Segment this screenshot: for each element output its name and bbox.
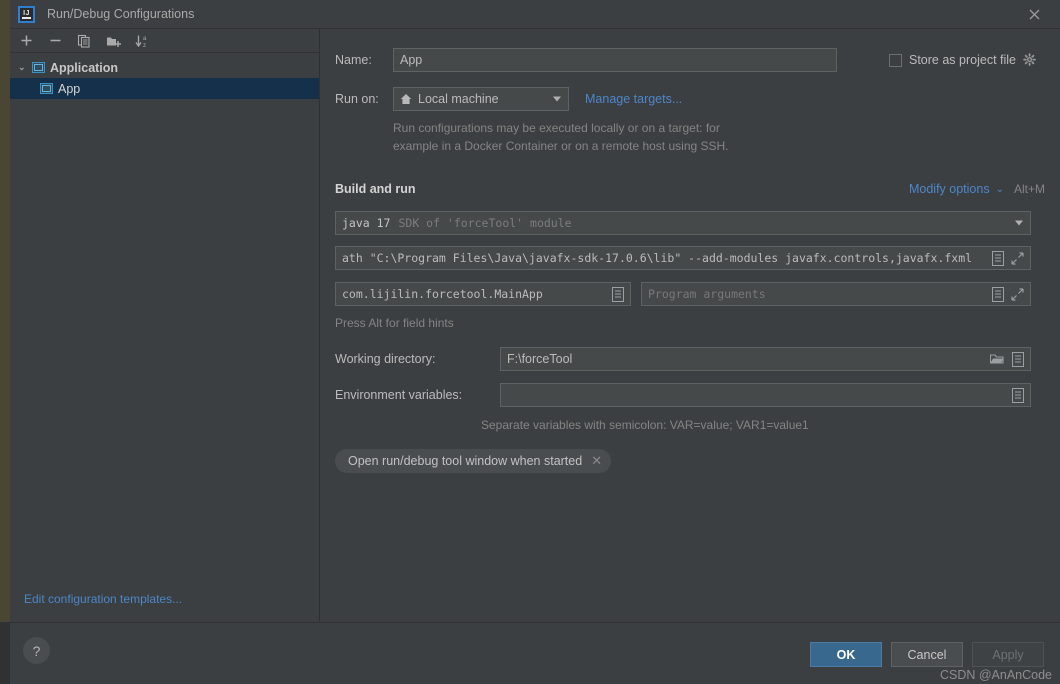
- edit-configuration-templates-link[interactable]: Edit configuration templates...: [24, 592, 182, 606]
- store-as-project-file-label: Store as project file: [909, 53, 1016, 67]
- intellij-idea-logo-icon: IJ: [18, 5, 35, 23]
- build-and-run-title: Build and run: [335, 182, 416, 196]
- gear-icon[interactable]: [1023, 53, 1037, 67]
- minus-icon[interactable]: [47, 33, 63, 49]
- run-on-hint-line-1: Run configurations may be executed local…: [393, 121, 720, 135]
- modify-options-link[interactable]: Modify options: [909, 182, 990, 196]
- background-window-edge-lower: [0, 622, 10, 684]
- run-on-hint-line-2: example in a Docker Container or on a re…: [393, 139, 729, 153]
- sidebar-toolbar: a z: [10, 29, 319, 53]
- working-directory-label: Working directory:: [335, 352, 436, 366]
- insert-macro-icon[interactable]: [992, 287, 1004, 302]
- store-as-project-file-checkbox[interactable]: [889, 53, 902, 67]
- configuration-form: Name: App Store as project file Run on: …: [321, 29, 1060, 622]
- name-label: Name:: [335, 53, 372, 67]
- chip-label: Open run/debug tool window when started: [348, 454, 583, 468]
- sort-alphabetical-icon[interactable]: a z: [134, 33, 150, 49]
- dialog-title: Run/Debug Configurations: [47, 7, 195, 21]
- expand-editor-icon[interactable]: [1011, 288, 1024, 301]
- chevron-down-icon[interactable]: [553, 96, 561, 102]
- jdk-description: SDK of 'forceTool' module: [398, 216, 572, 230]
- cancel-button[interactable]: Cancel: [891, 642, 963, 667]
- build-and-run-header: Build and run Modify options ⌄ Alt+M: [335, 182, 1045, 196]
- chevron-down-icon[interactable]: [1015, 220, 1023, 226]
- svg-text:a: a: [143, 36, 147, 42]
- insert-macro-icon[interactable]: [1012, 388, 1024, 403]
- background-window-edge: [0, 0, 10, 684]
- plus-icon[interactable]: [18, 33, 34, 49]
- name-row: Name: App Store as project file: [335, 48, 1045, 72]
- program-arguments-input[interactable]: Program arguments: [641, 282, 1031, 306]
- watermark: CSDN @AnAnCode: [939, 668, 1052, 682]
- copy-icon[interactable]: [76, 33, 92, 49]
- run-on-dropdown[interactable]: Local machine: [393, 87, 569, 111]
- field-hint: Press Alt for field hints: [335, 316, 454, 330]
- dialog-footer: ? OK Cancel Apply CSDN @AnAnCode: [10, 622, 1060, 684]
- environment-variables-hint: Separate variables with semicolon: VAR=v…: [481, 418, 809, 432]
- working-directory-row: Working directory: F:\forceTool: [335, 347, 1031, 371]
- application-icon: [40, 83, 53, 94]
- environment-variables-row: Environment variables:: [335, 383, 1031, 407]
- run-on-value: Local machine: [418, 92, 499, 106]
- insert-macro-icon[interactable]: [992, 251, 1004, 266]
- run-on-label: Run on:: [335, 92, 379, 106]
- manage-targets-link[interactable]: Manage targets...: [585, 92, 682, 106]
- ok-button[interactable]: OK: [810, 642, 882, 667]
- open-tool-window-chip-wrapper: Open run/debug tool window when started …: [335, 449, 612, 473]
- configurations-tree: ⌄ Application App: [10, 53, 319, 99]
- apply-button: Apply: [972, 642, 1044, 667]
- open-run-debug-tool-window-chip[interactable]: Open run/debug tool window when started …: [335, 449, 612, 473]
- chevron-down-icon[interactable]: ⌄: [996, 184, 1004, 195]
- jdk-value: java 17: [342, 216, 391, 230]
- working-directory-input[interactable]: F:\forceTool: [500, 347, 1031, 371]
- close-icon[interactable]: [1014, 3, 1054, 26]
- environment-variables-input[interactable]: [500, 383, 1031, 407]
- vm-options-value: ath "C:\Program Files\Java\javafx-sdk-17…: [342, 251, 973, 265]
- home-icon: [400, 93, 412, 105]
- store-as-project-file-row: Store as project file: [889, 53, 1037, 67]
- help-button[interactable]: ?: [23, 637, 50, 664]
- modify-options-shortcut: Alt+M: [1013, 182, 1045, 196]
- vm-options-input[interactable]: ath "C:\Program Files\Java\javafx-sdk-17…: [335, 246, 1031, 270]
- working-directory-value: F:\forceTool: [507, 352, 573, 366]
- tree-item-label: App: [58, 81, 81, 96]
- footer-buttons: OK Cancel Apply: [810, 642, 1044, 667]
- jdk-dropdown[interactable]: java 17 SDK of 'forceTool' module: [335, 211, 1031, 235]
- folder-add-icon[interactable]: [105, 33, 121, 49]
- configurations-sidebar: a z ⌄ Application App Edit configuration…: [10, 29, 320, 622]
- svg-text:z: z: [143, 43, 146, 48]
- tree-group-application[interactable]: ⌄ Application: [10, 57, 319, 78]
- environment-variables-label: Environment variables:: [335, 388, 463, 402]
- program-arguments-placeholder: Program arguments: [648, 287, 766, 301]
- insert-macro-icon[interactable]: [1012, 352, 1024, 367]
- main-class-input[interactable]: com.lijilin.forcetool.MainApp: [335, 282, 631, 306]
- close-icon[interactable]: ✕: [591, 453, 602, 469]
- run-on-row: Run on: Local machine Manage targets...: [335, 87, 682, 111]
- dialog-titlebar: IJ Run/Debug Configurations: [10, 0, 1060, 29]
- expand-editor-icon[interactable]: [1011, 252, 1024, 265]
- main-class-value: com.lijilin.forcetool.MainApp: [342, 287, 543, 301]
- tree-group-label: Application: [50, 60, 119, 75]
- browse-folder-icon[interactable]: [990, 352, 1004, 366]
- tree-item-app[interactable]: App: [10, 78, 319, 99]
- insert-macro-icon[interactable]: [612, 287, 624, 302]
- run-debug-configurations-dialog: IJ Run/Debug Configurations a z ⌄ Applic…: [0, 0, 1060, 684]
- chevron-down-icon[interactable]: ⌄: [18, 62, 32, 73]
- application-icon: [32, 62, 45, 73]
- name-input[interactable]: App: [393, 48, 837, 72]
